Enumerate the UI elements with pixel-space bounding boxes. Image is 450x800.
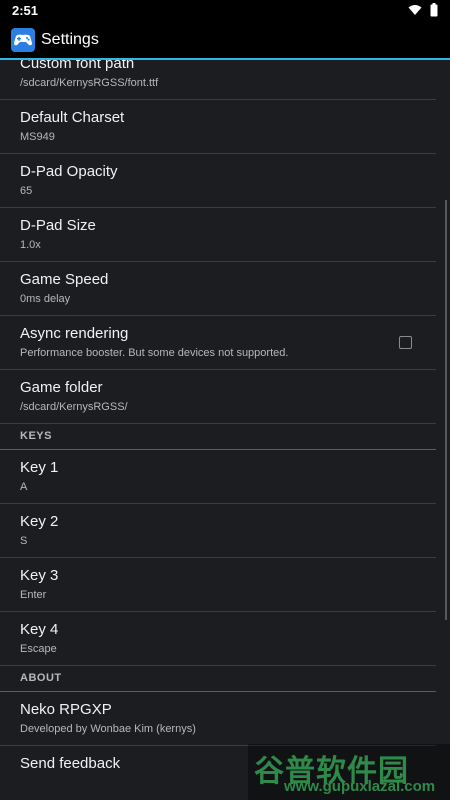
- watermark: 谷普软件园 www.gupuxlazal.com: [248, 744, 450, 800]
- status-time: 2:51: [12, 3, 39, 18]
- pref-title: Key 1: [20, 459, 59, 476]
- category-keys: KEYS: [0, 424, 436, 450]
- pref-default-charset[interactable]: Default Charset MS949: [0, 100, 436, 154]
- pref-title: D-Pad Size: [20, 217, 96, 234]
- pref-dpad-size[interactable]: D-Pad Size 1.0x: [0, 208, 436, 262]
- watermark-url: www.gupuxlazal.com: [284, 778, 436, 795]
- pref-title: Default Charset: [20, 109, 125, 126]
- pref-summary: S: [20, 535, 28, 547]
- pref-summary: 0ms delay: [20, 293, 71, 305]
- category-about: ABOUT: [0, 666, 436, 692]
- pref-title: Key 2: [20, 513, 59, 530]
- status-bar: 2:51: [0, 0, 450, 22]
- battery-icon: [430, 3, 438, 17]
- pref-game-speed[interactable]: Game Speed 0ms delay: [0, 262, 436, 316]
- pref-summary: Escape: [20, 643, 57, 655]
- pref-async-rendering[interactable]: Async rendering Performance booster. But…: [0, 316, 436, 370]
- pref-title: Key 3: [20, 567, 59, 584]
- pref-title: Game Speed: [20, 271, 109, 288]
- action-bar: Settings: [0, 22, 450, 60]
- pref-summary: Enter: [20, 589, 47, 601]
- pref-summary: Performance booster. But some devices no…: [20, 347, 289, 359]
- pref-title: Key 4: [20, 621, 59, 638]
- pref-dpad-opacity[interactable]: D-Pad Opacity 65: [0, 154, 436, 208]
- pref-title: Neko RPGXP: [20, 701, 112, 718]
- pref-key-4[interactable]: Key 4 Escape: [0, 612, 436, 666]
- preferences-list: Custom font path /sdcard/KernysRGSS/font…: [0, 60, 450, 800]
- pref-summary: 65: [20, 185, 33, 197]
- pref-summary: A: [20, 481, 28, 493]
- wifi-icon: [408, 5, 422, 15]
- pref-game-folder[interactable]: Game folder /sdcard/KernysRGSS/: [0, 370, 436, 424]
- pref-title: Async rendering: [20, 325, 129, 342]
- pref-title: Custom font path: [20, 60, 135, 72]
- category-label: KEYS: [20, 430, 52, 442]
- status-icons: [408, 3, 438, 17]
- pref-title: Send feedback: [20, 755, 121, 772]
- pref-summary: Developed by Wonbae Kim (kernys): [20, 723, 196, 735]
- category-label: ABOUT: [20, 672, 62, 684]
- pref-summary: 1.0x: [20, 239, 41, 251]
- pref-custom-font-path[interactable]: Custom font path /sdcard/KernysRGSS/font…: [0, 60, 436, 100]
- pref-title: D-Pad Opacity: [20, 163, 118, 180]
- pref-title: Game folder: [20, 379, 103, 396]
- gamepad-icon[interactable]: [11, 28, 35, 52]
- pref-key-1[interactable]: Key 1 A: [0, 450, 436, 504]
- page-title: Settings: [41, 31, 99, 48]
- pref-key-3[interactable]: Key 3 Enter: [0, 558, 436, 612]
- pref-summary: MS949: [20, 131, 55, 143]
- pref-summary: /sdcard/KernysRGSS/font.ttf: [20, 77, 159, 89]
- scrollbar[interactable]: [445, 200, 447, 620]
- pref-neko-rpgxp[interactable]: Neko RPGXP Developed by Wonbae Kim (kern…: [0, 692, 436, 746]
- async-rendering-checkbox[interactable]: [399, 336, 412, 349]
- pref-key-2[interactable]: Key 2 S: [0, 504, 436, 558]
- pref-summary: /sdcard/KernysRGSS/: [20, 401, 128, 413]
- settings-content[interactable]: Custom font path /sdcard/KernysRGSS/font…: [0, 60, 450, 800]
